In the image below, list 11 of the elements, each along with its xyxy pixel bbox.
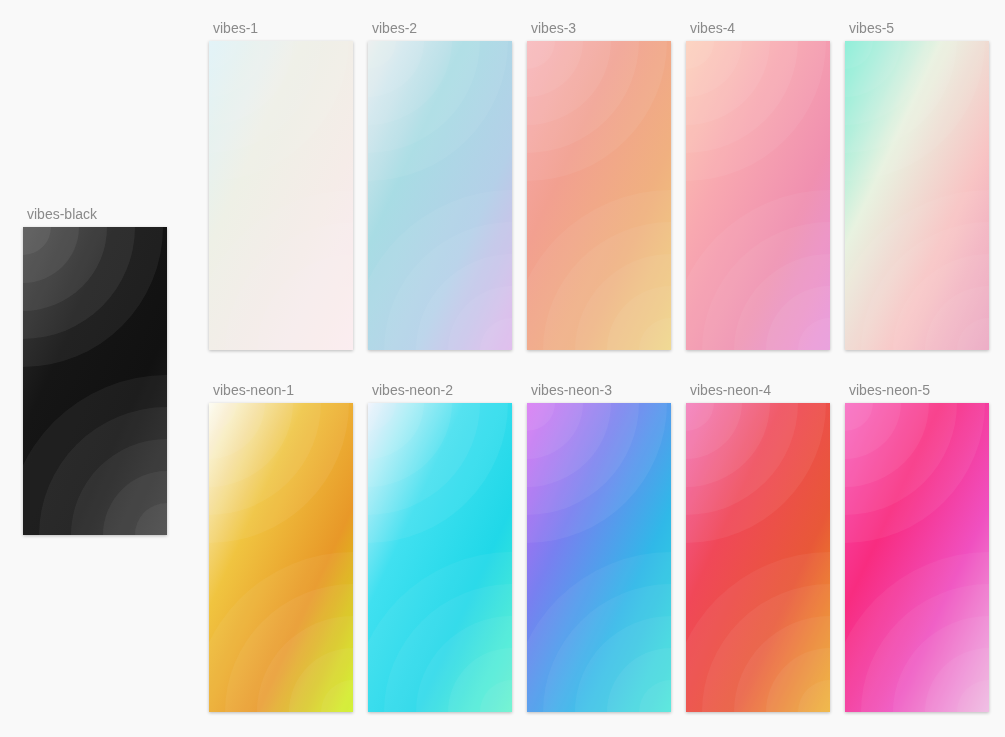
- artboard-label: vibes-1: [212, 19, 260, 37]
- artboard-label: vibes-neon-3: [530, 381, 613, 399]
- artboard-label: vibes-neon-2: [371, 381, 454, 399]
- artboard-label: vibes-neon-4: [689, 381, 772, 399]
- artboard-label: vibes-3: [530, 19, 578, 37]
- artboard-label: vibes-4: [689, 19, 737, 37]
- artboard-label: vibes-5: [848, 19, 896, 37]
- artboard-label: vibes-neon-1: [212, 381, 295, 399]
- artboard-label: vibes-2: [371, 19, 419, 37]
- artboard-label: vibes-black: [26, 204, 99, 223]
- artboard-label: vibes-neon-5: [848, 381, 931, 399]
